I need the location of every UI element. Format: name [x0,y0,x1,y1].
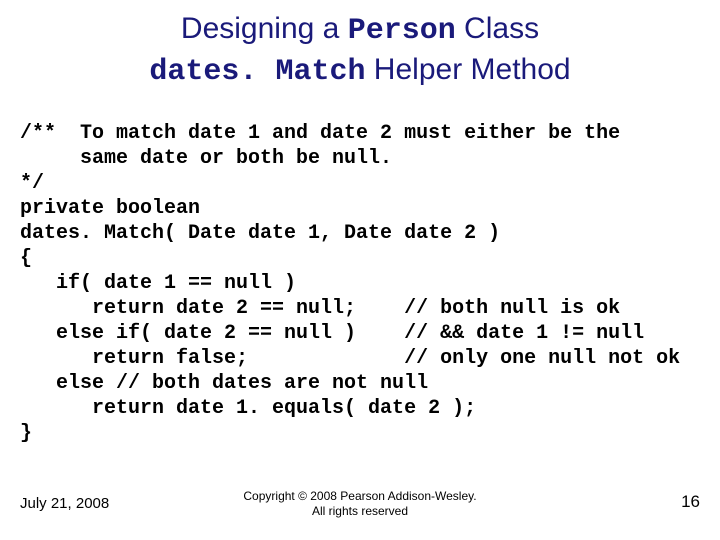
title-line2-mono: dates. Match [149,55,365,89]
copyright-line2: All rights reserved [312,504,408,518]
footer-page-number: 16 [681,492,700,512]
slide: Designing a Person Class dates. Match He… [0,0,720,540]
title-line2-post: Helper Method [365,53,570,86]
slide-title: Designing a Person Class dates. Match He… [0,0,720,91]
title-line1-mono: Person [348,14,456,48]
footer-copyright: Copyright © 2008 Pearson Addison-Wesley.… [0,489,720,520]
copyright-line1: Copyright © 2008 Pearson Addison-Wesley. [243,489,476,503]
title-line1-post: Class [456,12,539,45]
code-block: /** To match date 1 and date 2 must eith… [20,121,720,446]
title-line1-pre: Designing a [181,12,348,45]
